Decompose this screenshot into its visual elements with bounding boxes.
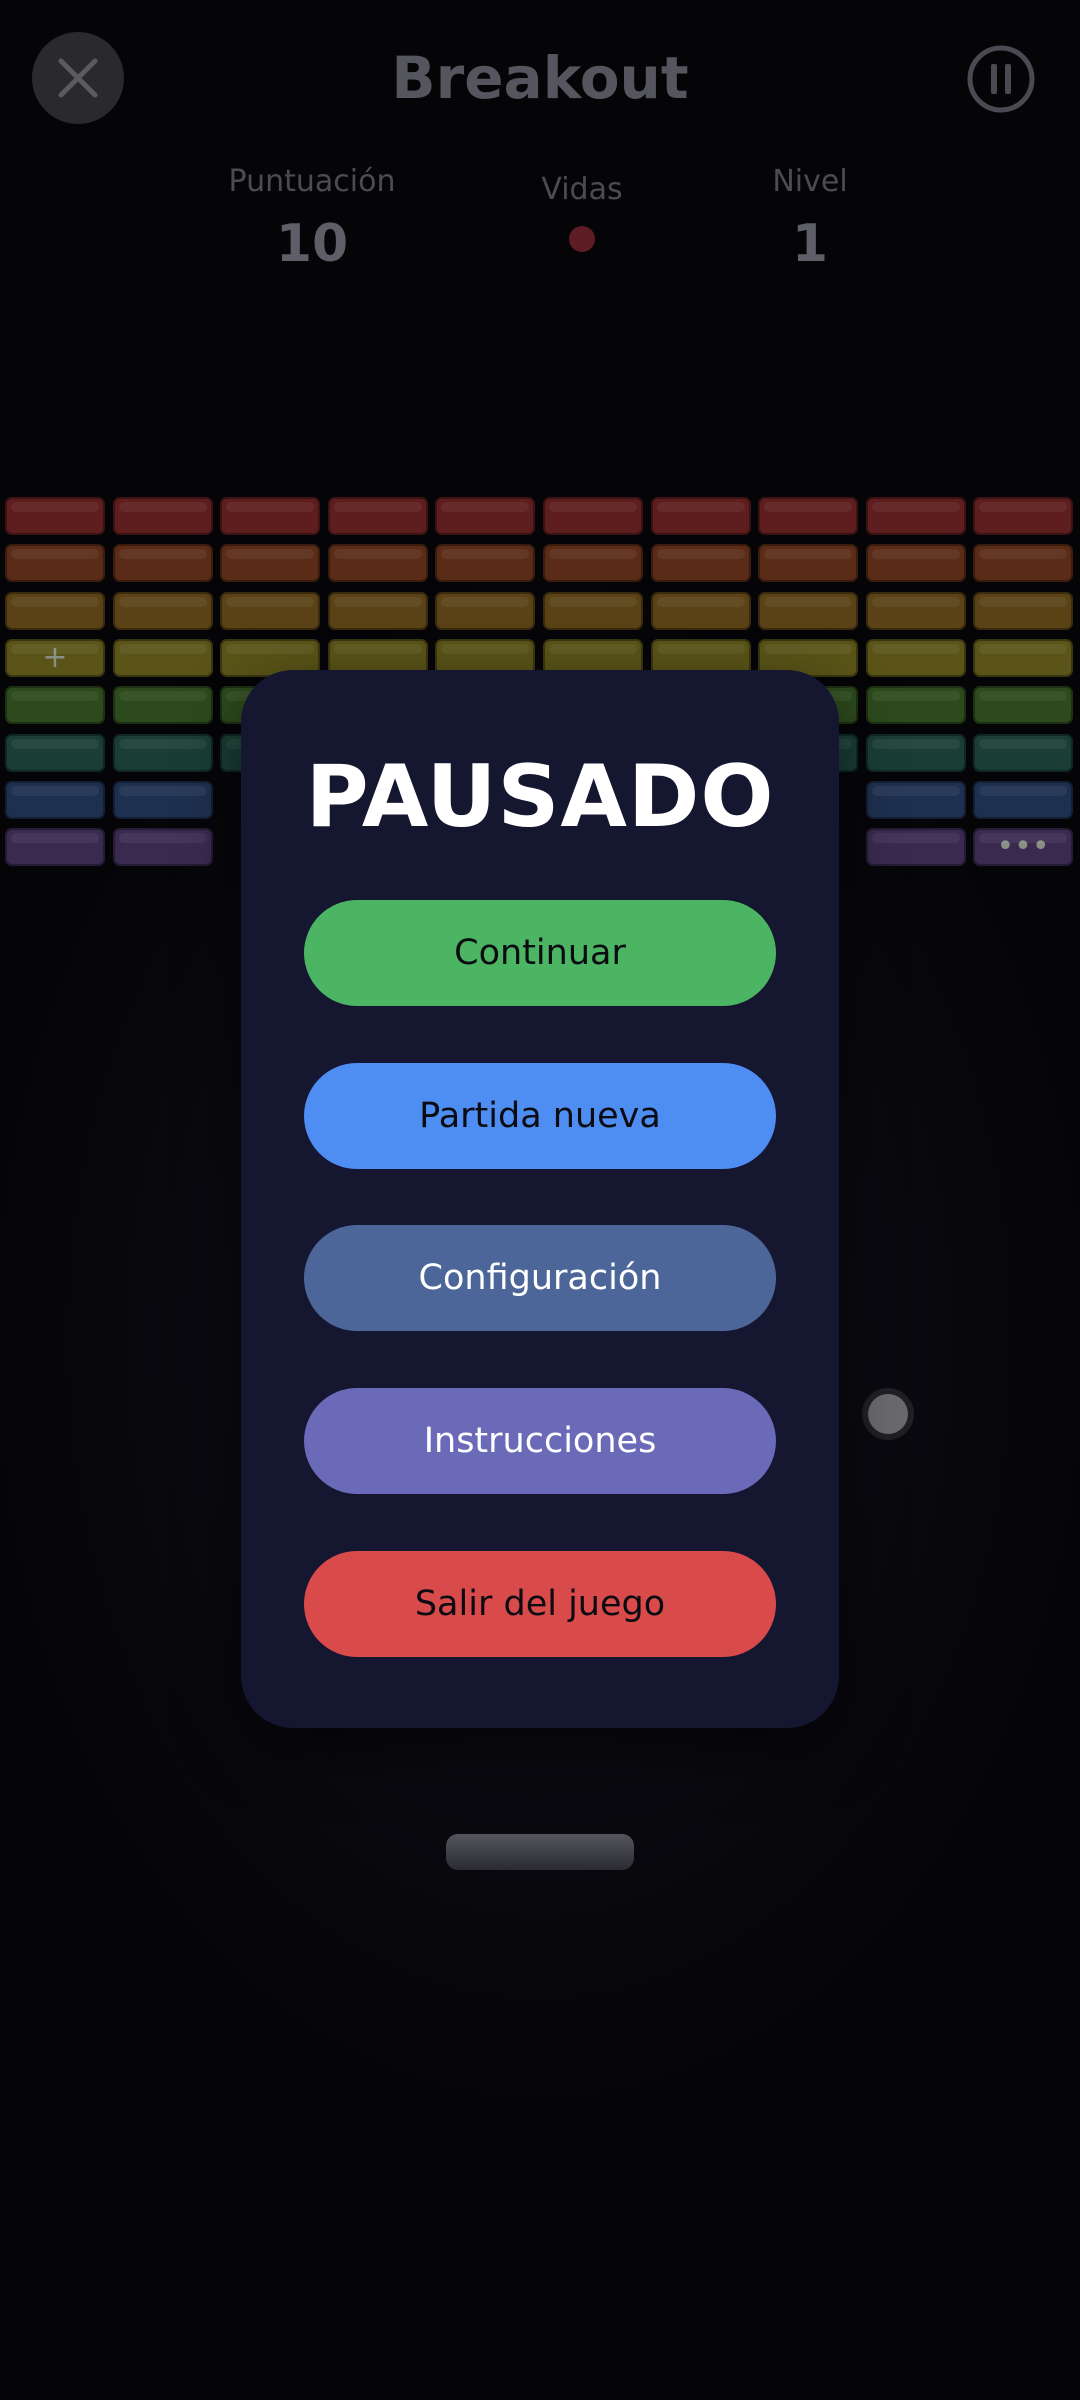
new-game-button[interactable]: Partida nueva [304,1063,776,1169]
brick [866,734,966,772]
score-value: 10 [275,214,349,274]
brick: ••• [973,828,1073,866]
brick [866,544,966,582]
brick [5,781,105,819]
brick [113,686,213,724]
brick [651,544,751,582]
brick [866,497,966,535]
brick [113,497,213,535]
powerup-marker: ••• [996,829,1050,864]
brick [113,781,213,819]
life-indicator [569,226,595,252]
brick [866,639,966,677]
brick [5,828,105,866]
brick [973,686,1073,724]
brick [973,734,1073,772]
brick [543,592,643,630]
brick [435,497,535,535]
brick [435,544,535,582]
brick [328,497,428,535]
brick [973,497,1073,535]
brick [543,544,643,582]
brick [435,592,535,630]
game-screen: Breakout Puntuación 10 Vidas Nivel 1 + ••… [0,0,1080,2400]
lives-label: Vidas [541,172,623,207]
brick [220,497,320,535]
brick [973,544,1073,582]
brick [5,686,105,724]
lives-stat: Vidas [462,168,702,252]
brick [5,497,105,535]
continue-button[interactable]: Continuar [304,900,776,1006]
brick [866,592,966,630]
level-value: 1 [791,214,829,274]
brick [651,497,751,535]
ball [868,1394,908,1434]
brick [220,592,320,630]
brick [113,544,213,582]
pause-icon [967,45,1035,113]
brick [328,544,428,582]
exit-game-button[interactable]: Salir del juego [304,1551,776,1657]
pause-dialog: PAUSADO Continuar Partida nueva Configur… [241,670,839,1728]
brick [973,639,1073,677]
brick [220,544,320,582]
brick [113,734,213,772]
instructions-button[interactable]: Instrucciones [304,1388,776,1494]
brick [543,497,643,535]
pause-button[interactable] [966,44,1036,114]
brick [758,497,858,535]
level-label: Nivel [772,164,848,199]
score-stat: Puntuación 10 [192,160,432,284]
brick [651,592,751,630]
brick [866,781,966,819]
powerup-marker: + [42,640,68,675]
brick: + [5,639,105,677]
brick [113,639,213,677]
brick [113,592,213,630]
paddle[interactable] [446,1834,634,1870]
brick [973,592,1073,630]
game-title: Breakout [391,44,689,112]
brick [328,592,428,630]
level-stat: Nivel 1 [690,160,930,284]
brick [973,781,1073,819]
brick [758,544,858,582]
brick [758,592,858,630]
settings-button[interactable]: Configuración [304,1225,776,1331]
brick [5,592,105,630]
brick [866,828,966,866]
brick [5,734,105,772]
pause-title: PAUSADO [305,747,775,847]
brick [866,686,966,724]
brick [113,828,213,866]
score-label: Puntuación [228,164,396,199]
brick [5,544,105,582]
